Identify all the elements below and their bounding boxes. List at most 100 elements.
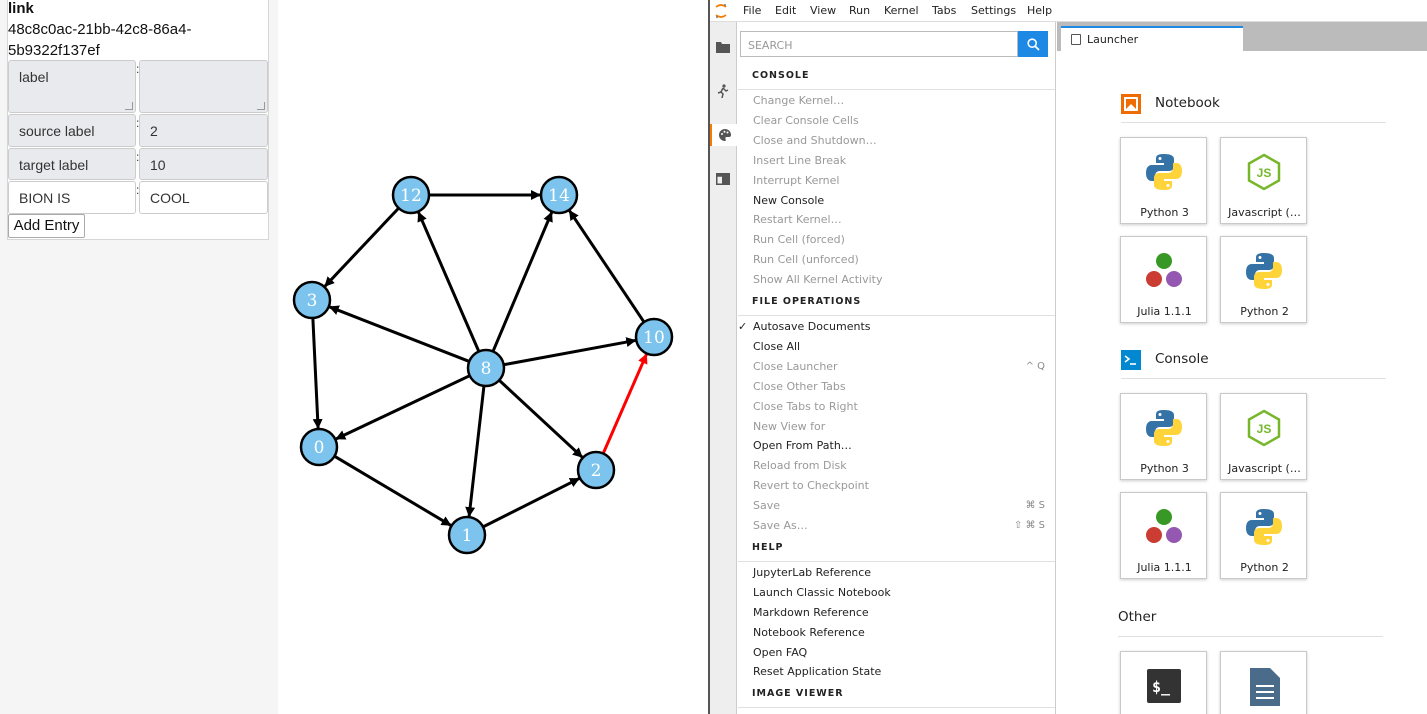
- graph-node-label: 1: [462, 526, 473, 546]
- entry-key-input[interactable]: BION IS: [8, 181, 136, 214]
- tab-launcher[interactable]: Launcher: [1061, 26, 1243, 51]
- launcher-card-label: Javascript (…: [1228, 462, 1301, 475]
- palette-command[interactable]: Close and Shutdown…: [753, 134, 877, 147]
- palette-command[interactable]: Reset Application State: [753, 665, 881, 678]
- graph-edge-2-10[interactable]: [601, 353, 648, 455]
- graph-edge-1-2[interactable]: [482, 477, 580, 529]
- graph-edge-0-1[interactable]: [333, 454, 452, 527]
- palette-command[interactable]: New View for: [753, 420, 825, 433]
- menu-edit[interactable]: Edit: [775, 4, 796, 17]
- entry-key-field[interactable]: source label: [8, 114, 136, 147]
- palette-command[interactable]: Show All Kernel Activity: [753, 273, 883, 286]
- palette-icon[interactable]: [710, 124, 738, 146]
- menu-help[interactable]: Help: [1027, 4, 1052, 17]
- graph-edge-8-14[interactable]: [491, 211, 553, 352]
- folder-icon[interactable]: [712, 36, 734, 58]
- menu-settings[interactable]: Settings: [971, 4, 1016, 17]
- entry-value-input[interactable]: COOL: [139, 181, 268, 214]
- running-icon[interactable]: [712, 80, 734, 102]
- add-entry-button[interactable]: Add Entry: [8, 214, 85, 238]
- entry-value-field[interactable]: 2: [139, 114, 268, 147]
- entry-key-textarea[interactable]: label: [8, 60, 136, 113]
- palette-command[interactable]: Clear Console Cells: [753, 114, 859, 127]
- launcher-card[interactable]: Python 3: [1120, 137, 1207, 224]
- graph-node-0[interactable]: 0: [299, 427, 339, 467]
- palette-command[interactable]: Revert to Checkpoint: [753, 479, 869, 492]
- graph-node-8[interactable]: 8: [466, 348, 506, 388]
- launcher-card[interactable]: JS Javascript (…: [1220, 137, 1307, 224]
- launcher-card[interactable]: Python 2: [1220, 236, 1307, 323]
- search-button[interactable]: [1018, 31, 1048, 57]
- resize-handle-icon[interactable]: [125, 102, 133, 110]
- palette-command[interactable]: Open FAQ: [753, 646, 807, 659]
- graph-canvas[interactable]: 12 14 3 10 8 0 2 1: [278, 0, 708, 714]
- graph-node-14[interactable]: 14: [539, 175, 579, 215]
- command-label: Close All: [753, 339, 801, 353]
- palette-command[interactable]: Markdown Reference: [753, 606, 869, 619]
- svg-text:JS: JS: [1257, 166, 1272, 180]
- palette-command[interactable]: Change Kernel…: [753, 94, 844, 107]
- palette-command[interactable]: Run Cell (forced): [753, 233, 845, 246]
- palette-command[interactable]: Reload from Disk: [753, 459, 847, 472]
- menu-view[interactable]: View: [810, 4, 836, 17]
- launcher-card[interactable]: Python 3: [1120, 393, 1207, 480]
- graph-edge-3-0[interactable]: [311, 317, 323, 430]
- link-properties-panel: link 48c8c0ac-21bb-42c8-86a4-5b9322f137e…: [0, 0, 278, 714]
- launcher-card[interactable]: Julia 1.1.1: [1120, 492, 1207, 579]
- menu-tabs[interactable]: Tabs: [932, 4, 956, 17]
- entry-key-field[interactable]: target label: [8, 148, 136, 180]
- palette-command[interactable]: Close Tabs to Right: [753, 400, 858, 413]
- menu-file[interactable]: File: [743, 4, 761, 17]
- graph-edge-8-1[interactable]: [465, 385, 486, 518]
- palette-command[interactable]: Save: [753, 499, 780, 512]
- graph-edge-12-3[interactable]: [323, 207, 400, 288]
- launcher-card[interactable]: Python 2: [1220, 492, 1307, 579]
- command-search-input[interactable]: SEARCH: [740, 31, 1018, 57]
- resize-handle-icon[interactable]: [257, 102, 265, 110]
- palette-command[interactable]: Interrupt Kernel: [753, 174, 839, 187]
- graph-node-10[interactable]: 10: [634, 317, 674, 357]
- tabs-icon[interactable]: [712, 168, 734, 190]
- graph-edge-8-12[interactable]: [417, 211, 481, 353]
- palette-command[interactable]: Autosave Documents: [753, 320, 871, 333]
- julia-icon: [1142, 505, 1186, 549]
- command-label: Close Tabs to Right: [753, 399, 858, 413]
- palette-command[interactable]: Launch Classic Notebook: [753, 586, 891, 599]
- graph-edge-8-2[interactable]: [498, 379, 584, 459]
- palette-command[interactable]: New Console: [753, 194, 824, 207]
- graph-node-3[interactable]: 3: [292, 280, 332, 320]
- palette-command[interactable]: JupyterLab Reference: [753, 566, 871, 579]
- graph-edge-8-10[interactable]: [503, 337, 637, 367]
- command-label: Close and Shutdown…: [753, 133, 877, 147]
- command-label: Show All Kernel Activity: [753, 273, 883, 287]
- main-dock-panel: Launcher Notebook Python 3 JS Javascript (……: [1057, 22, 1427, 714]
- palette-command[interactable]: Run Cell (unforced): [753, 253, 859, 266]
- launcher-card[interactable]: [1220, 651, 1307, 714]
- entry-value-field[interactable]: 10: [139, 148, 268, 180]
- palette-command[interactable]: Close Launcher: [753, 360, 838, 373]
- palette-command[interactable]: Close All: [753, 340, 800, 353]
- palette-command[interactable]: Save As…: [753, 519, 808, 532]
- launcher-card[interactable]: JS Javascript (…: [1220, 393, 1307, 480]
- launcher-card[interactable]: Julia 1.1.1: [1120, 236, 1207, 323]
- graph-node-2[interactable]: 2: [576, 450, 616, 490]
- launcher-card-label: Python 2: [1240, 305, 1289, 318]
- entry-value-textarea[interactable]: [139, 60, 268, 113]
- menu-run[interactable]: Run: [849, 4, 870, 17]
- graph-svg[interactable]: 12 14 3 10 8 0 2 1: [278, 0, 708, 714]
- palette-command[interactable]: Insert Line Break: [753, 154, 846, 167]
- graph-node-12[interactable]: 12: [391, 175, 431, 215]
- graph-edge-10-14[interactable]: [568, 209, 646, 323]
- menu-kernel[interactable]: Kernel: [884, 4, 919, 17]
- graph-node-label: 2: [591, 461, 602, 481]
- palette-command[interactable]: Open From Path…: [753, 439, 852, 452]
- graph-node-1[interactable]: 1: [447, 515, 487, 555]
- search-icon: [1026, 37, 1040, 51]
- graph-edge-8-0[interactable]: [335, 374, 471, 441]
- palette-command[interactable]: Close Other Tabs: [753, 380, 846, 393]
- launcher-card[interactable]: $_: [1120, 651, 1207, 714]
- graph-node-label: 10: [643, 328, 665, 348]
- graph-edge-8-3[interactable]: [328, 305, 470, 363]
- palette-command[interactable]: Restart Kernel…: [753, 213, 842, 226]
- palette-command[interactable]: Notebook Reference: [753, 626, 865, 639]
